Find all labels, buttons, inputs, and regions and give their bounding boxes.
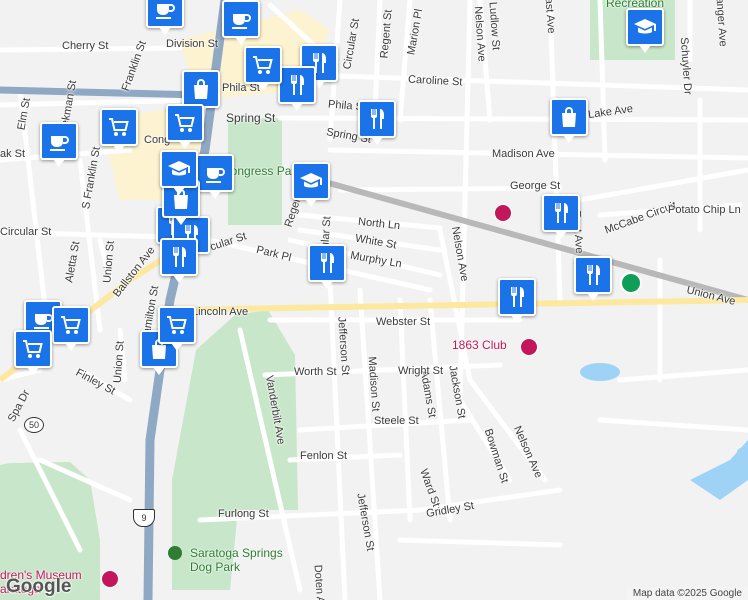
marker-cafe[interactable] <box>40 122 78 167</box>
street-label: George St <box>510 180 561 192</box>
shopping-cart-icon <box>21 337 45 361</box>
fork-knife-icon <box>549 201 573 225</box>
shopping-cart-icon <box>251 53 275 77</box>
transit-poi[interactable] <box>620 272 642 294</box>
marker-restaurant[interactable] <box>542 194 580 239</box>
street-label: East Ave <box>542 0 558 34</box>
dog-park-line2: Dog Park <box>190 560 241 574</box>
marker-cafe[interactable] <box>196 154 234 199</box>
route-9-shield: 9 <box>133 509 155 527</box>
marker-shopping[interactable] <box>550 98 588 143</box>
fork-knife-icon <box>365 107 389 131</box>
street-label: Potato Chip Ln <box>668 204 741 216</box>
street-label: ak St <box>0 148 26 160</box>
fork-knife-icon <box>315 251 339 275</box>
shopping-bag-icon <box>189 77 213 101</box>
coffee-cup-icon <box>47 129 71 153</box>
graduation-cap-icon <box>633 15 657 39</box>
marker-school[interactable] <box>626 8 664 53</box>
street-label: Worth St <box>294 366 337 378</box>
club-1863-poi[interactable] <box>520 338 538 356</box>
museum-poi[interactable] <box>494 204 512 222</box>
shopping-cart-icon <box>59 313 83 337</box>
tree-icon <box>168 546 182 560</box>
marker-cafe[interactable] <box>146 0 184 35</box>
marker-grocery[interactable] <box>166 104 204 149</box>
fork-knife-icon <box>505 285 529 309</box>
street-label: Cherry St <box>62 40 109 52</box>
street-label: Wright St <box>398 365 444 377</box>
map-attribution[interactable]: Map data ©2025 Google <box>626 587 748 600</box>
marker-restaurant[interactable] <box>308 244 346 289</box>
shopping-cart-icon <box>165 313 189 337</box>
shopping-cart-icon <box>107 115 131 139</box>
highway-west <box>0 86 201 99</box>
marker-restaurant[interactable] <box>498 278 536 323</box>
coffee-cup-icon <box>153 0 177 21</box>
google-logo: Google <box>6 576 72 597</box>
marker-grocery[interactable] <box>14 330 52 375</box>
marker-restaurant[interactable] <box>278 66 316 111</box>
marker-restaurant[interactable] <box>358 100 396 145</box>
dog-park-label[interactable]: Saratoga Springs Dog Park <box>190 546 283 574</box>
coffee-cup-icon <box>203 161 227 185</box>
street-label: Spring St <box>226 111 276 125</box>
dog-park-line1: Saratoga Springs <box>190 546 283 560</box>
marker-grocery[interactable] <box>52 306 90 351</box>
street-label: Webster St <box>376 316 431 328</box>
club-1863-label[interactable]: 1863 Club <box>452 338 507 352</box>
marker-school[interactable] <box>160 150 198 195</box>
street-label: Division St <box>166 38 218 50</box>
marker-grocery[interactable] <box>100 108 138 153</box>
marker-school[interactable] <box>292 162 330 207</box>
coffee-cup-icon <box>229 7 253 31</box>
street-label: Steele St <box>374 415 419 427</box>
street-label: Madison Ave <box>492 148 555 160</box>
marker-cafe[interactable] <box>222 0 260 45</box>
shopping-cart-icon <box>173 111 197 135</box>
marker-grocery[interactable] <box>244 46 282 91</box>
fork-knife-icon <box>285 73 309 97</box>
marker-restaurant[interactable] <box>574 256 612 301</box>
fork-knife-icon <box>167 245 191 269</box>
graduation-cap-icon <box>167 157 191 181</box>
childrens-museum-poi[interactable] <box>101 570 119 588</box>
marker-shopping[interactable] <box>182 70 220 115</box>
marker-grocery[interactable] <box>158 306 196 351</box>
street-label: Lincoln Ave <box>192 306 249 318</box>
shopping-bag-icon <box>557 105 581 129</box>
street-label: Fenlon St <box>300 450 348 462</box>
route-50-shield: 50 <box>24 417 44 433</box>
map-canvas[interactable]: 50 9 Cherry St Franklin St Division St C… <box>0 0 748 600</box>
street-label: Furlong St <box>218 508 269 520</box>
pond-water <box>580 363 620 381</box>
map-base-layer <box>0 0 748 600</box>
fork-knife-icon <box>581 263 605 287</box>
graduation-cap-icon <box>299 169 323 193</box>
marker-restaurant[interactable] <box>160 238 198 283</box>
street-label: Circular St <box>0 226 52 238</box>
